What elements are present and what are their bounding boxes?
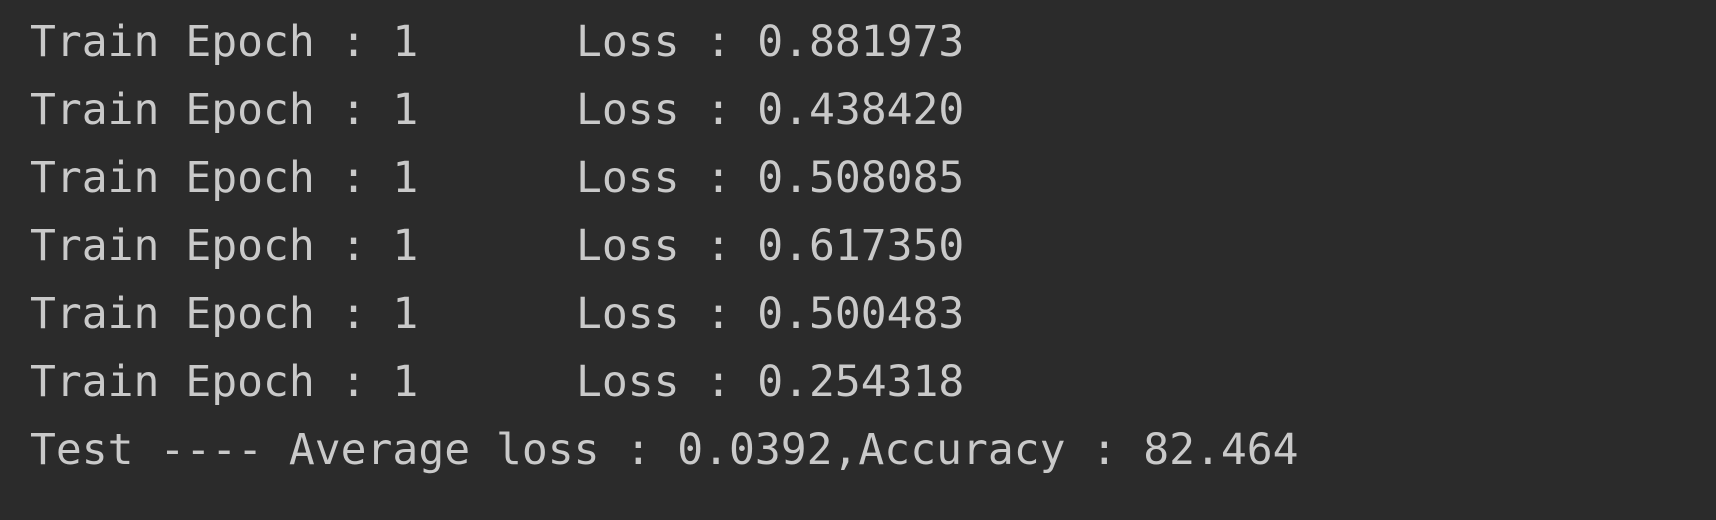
- train-loss-text: Loss : 0.254318: [576, 357, 965, 407]
- train-epoch-text: Train Epoch : 1: [30, 221, 419, 271]
- test-summary-text: Test ---- Average loss : 0.0392,Accuracy…: [30, 425, 1299, 475]
- train-epoch-text: Train Epoch : 1: [30, 85, 419, 135]
- console-output[interactable]: Train Epoch : 1 Loss : 0.881973 Train Ep…: [0, 0, 1716, 520]
- train-log-line: Train Epoch : 1 Loss : 0.500483: [30, 288, 1716, 356]
- train-log-line: Train Epoch : 1 Loss : 0.438420: [30, 84, 1716, 152]
- train-loss-text: Loss : 0.617350: [576, 221, 965, 271]
- train-loss-text: Loss : 0.500483: [576, 289, 965, 339]
- train-loss-text: Loss : 0.438420: [576, 85, 965, 135]
- train-log-line: Train Epoch : 1 Loss : 0.508085: [30, 152, 1716, 220]
- train-loss-text: Loss : 0.508085: [576, 153, 965, 203]
- train-log-line: Train Epoch : 1 Loss : 0.254318: [30, 356, 1716, 424]
- train-log-line: Train Epoch : 1 Loss : 0.881973: [30, 16, 1716, 84]
- train-epoch-text: Train Epoch : 1: [30, 357, 419, 407]
- test-summary-line: Test ---- Average loss : 0.0392,Accuracy…: [30, 424, 1716, 492]
- train-loss-text: Loss : 0.881973: [576, 17, 965, 67]
- train-epoch-text: Train Epoch : 1: [30, 289, 419, 339]
- train-log-line: Train Epoch : 1 Loss : 0.617350: [30, 220, 1716, 288]
- train-epoch-text: Train Epoch : 1: [30, 153, 419, 203]
- train-epoch-text: Train Epoch : 1: [30, 17, 419, 67]
